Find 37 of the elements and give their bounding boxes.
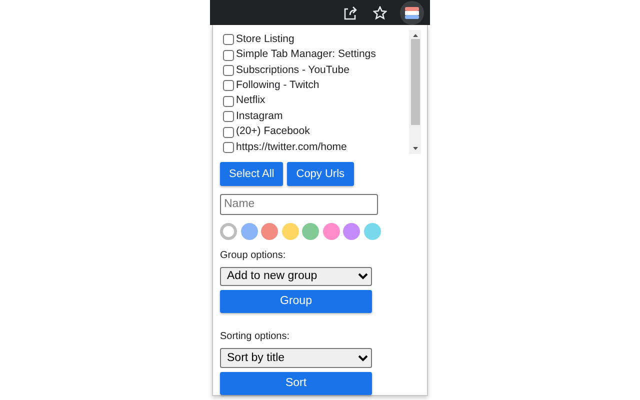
tab-checkbox[interactable] [223,34,234,46]
group-button[interactable]: Group [220,290,372,314]
tab-checkbox[interactable] [223,126,234,138]
sort-select[interactable]: Sort by title [220,348,372,368]
tab-title: Store Listing [236,32,294,47]
scroll-up-icon[interactable] [412,34,418,37]
tab-checkbox[interactable] [223,80,234,92]
scroll-down-icon[interactable] [412,146,418,150]
sorting-options-label: Sorting options: [220,330,290,344]
tab-title: https://twitter.com/home [236,140,347,154]
scrollbar[interactable] [409,30,421,154]
stacked-tabs-icon[interactable] [400,0,424,24]
sort-button[interactable]: Sort [220,372,372,395]
color-swatch[interactable] [343,222,360,240]
copy-urls-button[interactable]: Copy Urls [287,162,354,186]
tab-checkbox[interactable] [223,142,234,153]
tab-title: (20+) Facebook [236,124,310,140]
select-all-button[interactable]: Select All [220,162,284,186]
color-swatch[interactable] [220,222,237,240]
color-swatch[interactable] [364,222,380,240]
tab-title: Instagram [236,108,283,124]
tab-title: Following - Twitch [236,78,320,93]
tab-checkbox[interactable] [223,111,234,122]
group-select[interactable]: Add to new group [220,266,372,286]
color-swatch[interactable] [240,222,258,240]
tab-title: Netflix [236,93,266,108]
tab-checkbox[interactable] [223,50,234,61]
color-swatch[interactable] [302,222,319,240]
color-swatch[interactable] [261,222,278,240]
tab-title: Subscriptions - YouTube [236,62,350,78]
tab-checkbox[interactable] [223,96,234,107]
tab-checkbox[interactable] [223,64,234,76]
group-options-label: Group options: [220,248,287,263]
color-swatch[interactable] [282,222,298,240]
color-swatch[interactable] [322,222,340,240]
name-field[interactable]: Name [220,194,378,215]
tab-title: Simple Tab Manager: Settings [236,47,376,62]
